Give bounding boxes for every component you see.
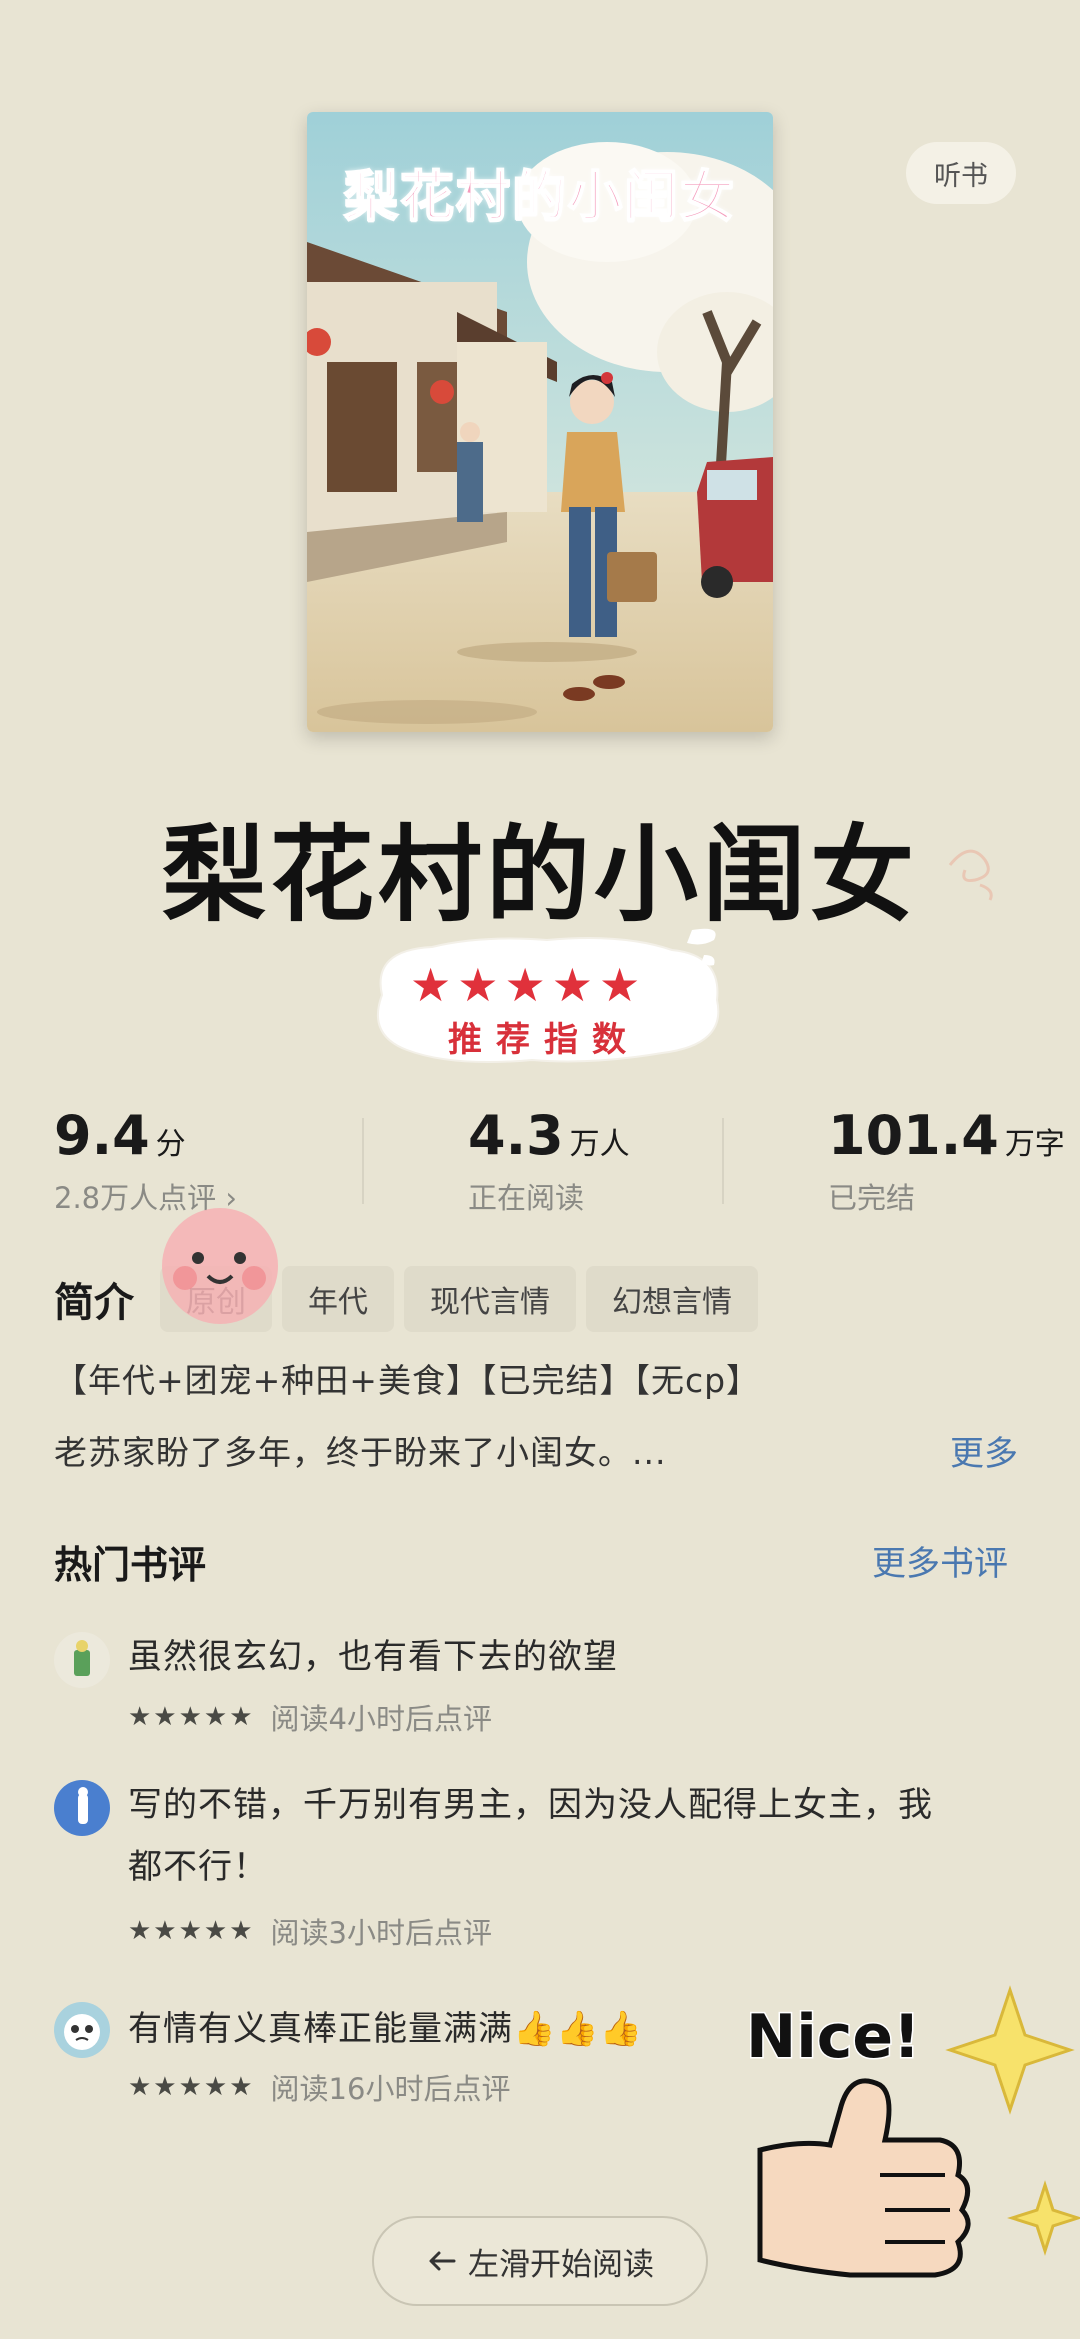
intro-tags-line: 【年代+团宠+种田+美食】【已完结】【无cp】 [54,1361,761,1400]
review-stars: ★★★★★ [128,1916,255,1946]
readers-value: 4.3 [468,1104,564,1167]
score-unit: 分 [155,1127,186,1162]
intro-more-link[interactable]: 更多 [950,1426,1018,1475]
hot-reviews-title: 热门书评 [54,1543,207,1587]
status-label: 已完结 [828,1181,916,1215]
readers-unit: 万人 [569,1127,630,1162]
stat-divider [722,1118,724,1204]
review-text: 虽然很玄幻，也有看下去的欲望 [128,1637,618,1677]
recommend-label: 推荐指数 [448,1020,640,1060]
book-title: 梨花村的小闺女 [161,814,918,936]
cover-title: 梨花村的小闺女 [343,164,736,229]
recommend-stars: ★★★★★ [410,958,647,1012]
arrow-left-icon [429,2251,456,2271]
more-reviews-link[interactable]: 更多书评 [872,1536,1008,1585]
reviewer-avatar[interactable] [54,2002,110,2058]
blush-face-sticker [162,1208,278,1324]
reviewer-avatar[interactable] [54,1632,110,1688]
readers-label: 正在阅读 [468,1181,585,1215]
readers-stat: 4.3 万人 正在阅读 [468,1104,630,1217]
score-value: 9.4 [54,1104,150,1167]
tag-item[interactable]: 现代言情 [404,1266,576,1332]
reviewer-avatar[interactable] [54,1780,110,1836]
review-text-continued: 都不行！ [128,1847,268,1887]
review-time: 阅读16小时后点评 [270,2072,511,2106]
intro-summary: 老苏家盼了多年，终于盼来了小闺女。... [54,1433,667,1472]
review-text: 写的不错，千万别有男主，因为没人配得上女主，我 [128,1785,933,1825]
swirl-decoration-icon [948,849,993,901]
tag-item[interactable]: 年代 [282,1266,394,1332]
review-time: 阅读3小时后点评 [270,1916,492,1950]
nice-label: Nice! [744,2001,921,2074]
words-stat: 101.4 万字 已完结 [828,1104,1065,1217]
review-stars: ★★★★★ [128,2072,255,2102]
stat-divider [362,1118,364,1204]
listen-button[interactable]: 听书 [906,142,1016,204]
intro-label: 简介 [54,1280,134,1326]
review-time: 阅读4小时后点评 [270,1702,492,1736]
start-reading-label: 左滑开始阅读 [468,2246,654,2283]
review-text: 有情有义真棒正能量满满👍👍👍 [128,2009,644,2049]
book-cover[interactable]: 梨花村的小闺女 [307,112,773,732]
words-unit: 万字 [1004,1127,1065,1162]
words-value: 101.4 [828,1104,999,1167]
tag-item[interactable]: 幻想言情 [586,1266,758,1332]
review-stars: ★★★★★ [128,1702,255,1732]
start-reading-button[interactable]: 左滑开始阅读 [372,2216,708,2306]
